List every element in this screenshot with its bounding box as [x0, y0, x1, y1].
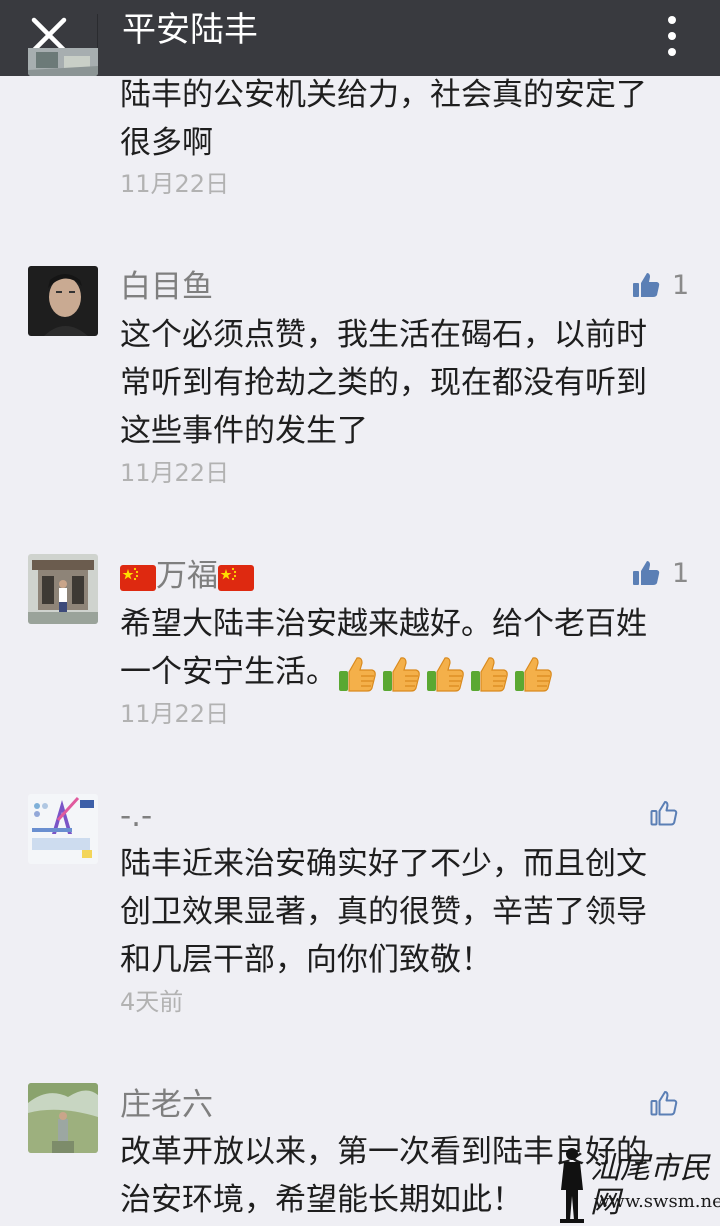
thumbs-up-emoji [471, 656, 508, 692]
avatar[interactable] [28, 554, 98, 624]
like-button[interactable] [650, 1087, 682, 1123]
comment-username[interactable]: 白目鱼 [120, 269, 213, 305]
thumbs-up-icon [633, 561, 660, 585]
more-options-button[interactable] [660, 8, 684, 64]
comment-text: 陆丰的公安机关给力，社会真的安定了 很多啊 [120, 77, 647, 161]
watermark: 汕尾市民网 www.swsm.net [556, 1146, 720, 1224]
like-button[interactable]: 1 [632, 557, 692, 593]
like-button[interactable]: 1 [632, 269, 692, 305]
comment-date: 11月22日 [120, 700, 230, 728]
like-count: 1 [672, 270, 690, 301]
thumbs-up-emoji [383, 656, 420, 692]
more-vertical-icon [668, 16, 676, 24]
thumbs-up-icon [633, 273, 660, 297]
thumbs-up-outline-icon [650, 1091, 678, 1116]
comment-date: 4天前 [120, 988, 184, 1016]
comment-date: 11月22日 [120, 170, 230, 198]
thumbs-up-emoji [515, 656, 552, 692]
like-button[interactable] [650, 797, 682, 833]
thumbs-up-emoji [339, 656, 376, 692]
top-bar: 平安陆丰 [0, 0, 720, 76]
comment-date: 11月22日 [120, 459, 230, 487]
comment-text: 这个必须点赞，我生活在碣石，以前时 常听到有抢劫之类的，现在都没有听到 这些事件… [120, 317, 647, 449]
thumbs-up-emoji [427, 656, 464, 692]
comment-text: 希望大陆丰治安越来越好。给个老百姓 一个安宁生活。 [120, 600, 680, 696]
avatar[interactable] [28, 794, 98, 864]
thumbs-up-outline-icon [650, 801, 678, 826]
watermark-url: www.swsm.net [594, 1191, 720, 1212]
comment-username[interactable]: 庄老六 [120, 1087, 213, 1123]
like-count: 1 [672, 558, 690, 589]
avatar[interactable] [28, 1083, 98, 1153]
page-title: 平安陆丰 [122, 10, 258, 50]
avatar[interactable] [28, 48, 98, 76]
comment-username[interactable]: -.- [120, 798, 152, 834]
china-flag-emoji [218, 564, 254, 591]
avatar[interactable] [28, 266, 98, 336]
comment-username[interactable]: 万福 [120, 558, 254, 594]
china-flag-emoji [120, 564, 156, 591]
comment-text: 陆丰近来治安确实好了不少，而且创文 创卫效果显著，真的很赞，辛苦了领导 和几层干… [120, 846, 647, 978]
emoji-row [337, 654, 557, 692]
person-silhouette-logo [560, 1148, 584, 1223]
